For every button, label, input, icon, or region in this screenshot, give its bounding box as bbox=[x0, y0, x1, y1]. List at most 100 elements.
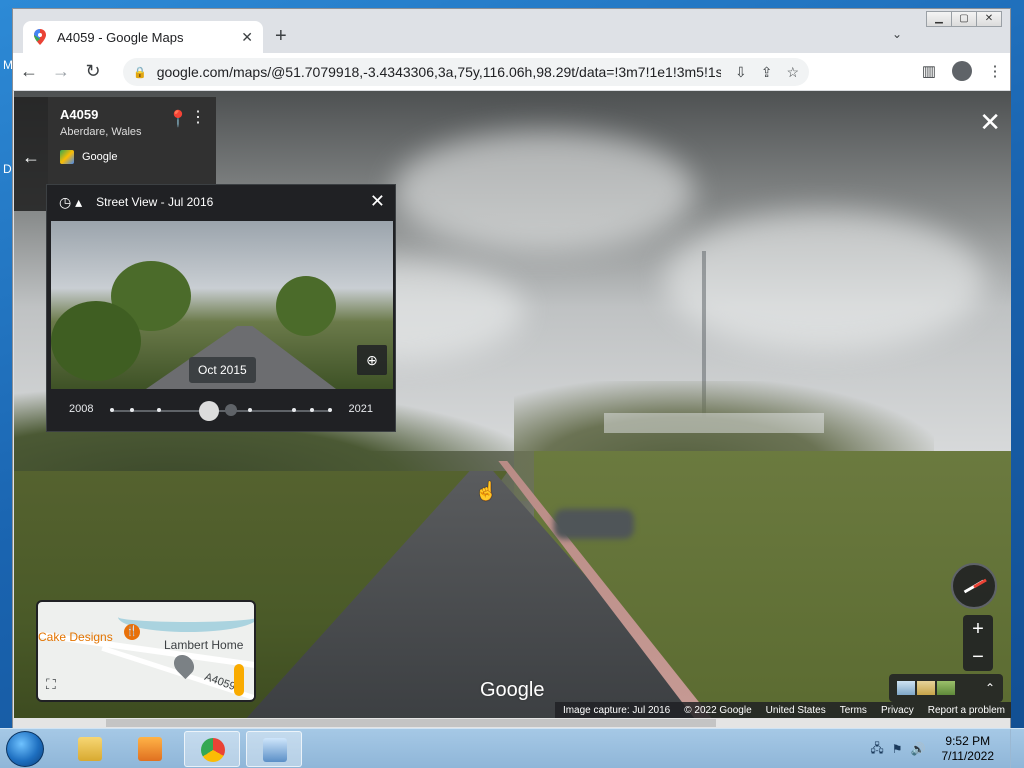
hand-cursor-icon: ☝ bbox=[475, 481, 498, 501]
compass-icon[interactable] bbox=[951, 563, 997, 609]
pegman-icon[interactable] bbox=[234, 664, 244, 696]
image-source: Google bbox=[60, 150, 204, 164]
attribution-bar: Image capture: Jul 2016 © 2022 Google Un… bbox=[554, 702, 1011, 718]
location-pin-icon[interactable]: 📍 bbox=[168, 109, 188, 129]
minimap-place-label[interactable]: Lambert Home bbox=[164, 638, 243, 652]
back-button[interactable]: ← bbox=[13, 61, 45, 82]
layers-control[interactable]: ⌃ bbox=[889, 674, 1003, 702]
tab-search-icon[interactable]: ⌄ bbox=[892, 27, 902, 41]
browser-toolbar: ← → ↻ 🔒 google.com/maps/@51.7079918,-3.4… bbox=[13, 53, 1010, 91]
time-travel-header: ◷ ▴ Street View - Jul 2016 bbox=[47, 185, 395, 219]
thumbnail-tree bbox=[276, 276, 336, 336]
folder-icon bbox=[78, 737, 102, 761]
back-arrow-icon[interactable]: ← bbox=[22, 147, 40, 168]
clock-date: 7/11/2022 bbox=[941, 749, 995, 763]
reload-button[interactable]: ↻ bbox=[77, 61, 109, 82]
timeline-tick[interactable] bbox=[157, 408, 161, 412]
timeline-tick[interactable] bbox=[110, 408, 114, 412]
start-button[interactable] bbox=[6, 731, 44, 767]
network-icon[interactable]: 🖧 bbox=[870, 739, 883, 760]
timeline-tick-hover[interactable] bbox=[225, 404, 237, 416]
horizontal-scrollbar[interactable] bbox=[13, 718, 1010, 728]
zoom-in-icon[interactable]: ⊕ bbox=[357, 345, 387, 375]
system-tray: 🖧 ⚑ 🔊 9:52 PM 7/11/2022 bbox=[870, 729, 1024, 768]
time-travel-panel: ◷ ▴ Street View - Jul 2016 ✕ ⊕ Oct 2015 … bbox=[46, 184, 396, 432]
side-panel-icon[interactable]: ▥ bbox=[920, 62, 938, 80]
google-maps-icon bbox=[60, 150, 74, 164]
zoom-out-button[interactable]: − bbox=[963, 643, 993, 671]
copyright-text: © 2022 Google bbox=[684, 704, 752, 716]
date-tooltip: Oct 2015 bbox=[189, 357, 256, 383]
timeline-tick[interactable] bbox=[328, 408, 332, 412]
taskbar-explorer[interactable] bbox=[62, 731, 118, 767]
report-problem-link[interactable]: Report a problem bbox=[928, 705, 1005, 716]
url-text[interactable]: google.com/maps/@51.7079918,-3.4343306,3… bbox=[157, 64, 721, 80]
close-icon[interactable]: ✕ bbox=[370, 191, 385, 212]
layer-thumbnail[interactable] bbox=[897, 681, 915, 695]
terms-link[interactable]: Terms bbox=[840, 705, 867, 716]
show-desktop-button[interactable] bbox=[1010, 729, 1024, 768]
timeline-slider[interactable]: 2008 2021 bbox=[47, 395, 395, 425]
taskbar-chrome[interactable] bbox=[184, 731, 240, 767]
minimap[interactable]: Cake Designs 🍴 Lambert Home A4059 ⛶ bbox=[36, 600, 256, 702]
new-tab-button[interactable]: + bbox=[275, 25, 287, 48]
fence bbox=[604, 413, 824, 433]
expand-map-icon[interactable]: ⛶ bbox=[46, 676, 56, 693]
timeline-track[interactable] bbox=[111, 410, 331, 412]
restaurant-icon[interactable]: 🍴 bbox=[124, 624, 140, 640]
control-panel-icon bbox=[263, 738, 287, 762]
timeline-tick[interactable] bbox=[310, 408, 314, 412]
parked-car bbox=[554, 509, 634, 539]
volume-icon[interactable]: 🔊 bbox=[911, 742, 926, 756]
region-link[interactable]: United States bbox=[766, 705, 826, 716]
timeline-tick[interactable] bbox=[130, 408, 134, 412]
timeline-start-year: 2008 bbox=[69, 403, 94, 415]
image-capture-date: Image capture: Jul 2016 bbox=[562, 704, 671, 716]
chrome-icon bbox=[201, 738, 225, 762]
layer-thumbnail[interactable] bbox=[937, 681, 955, 695]
desktop-icon-label[interactable]: D bbox=[3, 162, 12, 176]
action-center-icon[interactable]: ⚑ bbox=[892, 742, 903, 756]
install-app-icon[interactable]: ⇩ bbox=[735, 64, 747, 81]
layer-thumbnail[interactable] bbox=[917, 681, 935, 695]
scrollbar-thumb[interactable] bbox=[106, 719, 716, 727]
tab-close-icon[interactable]: ✕ bbox=[241, 29, 253, 46]
clock[interactable]: 9:52 PM 7/11/2022 bbox=[942, 734, 995, 764]
close-street-view-icon[interactable]: ✕ bbox=[979, 107, 1001, 138]
privacy-link[interactable]: Privacy bbox=[881, 705, 914, 716]
taskbar: 🖧 ⚑ 🔊 9:52 PM 7/11/2022 bbox=[0, 728, 1024, 768]
minimap-place-label[interactable]: Cake Designs bbox=[38, 630, 113, 644]
thumbnail-hedge bbox=[51, 301, 141, 381]
share-icon[interactable]: ⇪ bbox=[761, 64, 773, 81]
street-view[interactable]: ✕ ← A4059 Aberdare, Wales Google 📍 ⋮ ◷ ▴… bbox=[14, 91, 1011, 718]
cloud bbox=[664, 211, 984, 351]
source-label: Google bbox=[82, 151, 118, 163]
bookmark-star-icon[interactable]: ☆ bbox=[786, 64, 799, 81]
browser-tab[interactable]: A4059 - Google Maps ✕ bbox=[23, 21, 263, 53]
address-bar[interactable]: 🔒 google.com/maps/@51.7079918,-3.4343306… bbox=[123, 58, 809, 86]
timeline-knob[interactable] bbox=[199, 401, 219, 421]
history-icon[interactable]: ◷ ▴ bbox=[59, 194, 82, 211]
timeline-tick[interactable] bbox=[292, 408, 296, 412]
menu-kebab-icon[interactable]: ⋮ bbox=[986, 62, 1004, 80]
tab-strip: A4059 - Google Maps ✕ + ⌄ bbox=[13, 9, 1010, 53]
tab-title: A4059 - Google Maps bbox=[57, 29, 184, 45]
minimap-road-label: A4059 bbox=[202, 670, 237, 694]
cloud bbox=[394, 131, 694, 251]
zoom-control: + − bbox=[963, 615, 993, 671]
maps-pin-icon bbox=[34, 29, 46, 45]
timeline-end-year: 2021 bbox=[348, 403, 373, 415]
expand-layers-icon[interactable]: ⌃ bbox=[985, 681, 995, 695]
toolbar-right: ▥ ⋮ bbox=[920, 61, 1004, 81]
time-travel-title: Street View - Jul 2016 bbox=[96, 195, 214, 209]
profile-avatar[interactable] bbox=[952, 61, 972, 81]
taskbar-media-player[interactable] bbox=[122, 731, 178, 767]
zoom-in-button[interactable]: + bbox=[963, 615, 993, 643]
browser-window: ▁ ▢ ✕ A4059 - Google Maps ✕ + ⌄ ← → ↻ 🔒 … bbox=[12, 8, 1011, 728]
more-options-icon[interactable]: ⋮ bbox=[190, 107, 206, 127]
taskbar-control-panel[interactable] bbox=[246, 731, 302, 767]
timeline-tick[interactable] bbox=[248, 408, 252, 412]
lock-icon[interactable]: 🔒 bbox=[133, 66, 147, 79]
forward-button[interactable]: → bbox=[45, 61, 77, 82]
clock-time: 9:52 PM bbox=[945, 734, 991, 748]
